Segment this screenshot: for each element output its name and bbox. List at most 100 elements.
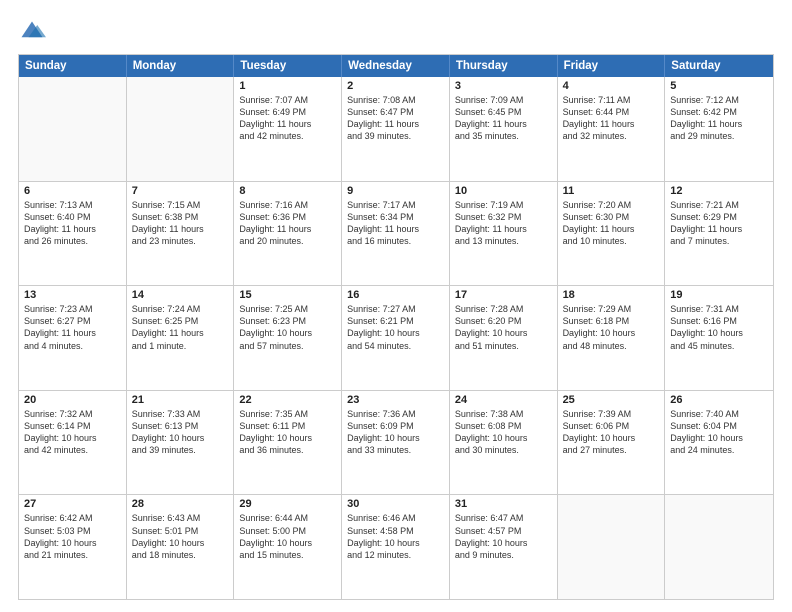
logo <box>18 18 50 46</box>
day-info: Sunrise: 7:09 AM Sunset: 6:45 PM Dayligh… <box>455 94 552 143</box>
empty-cell <box>558 495 666 599</box>
day-cell-30: 30Sunrise: 6:46 AM Sunset: 4:58 PM Dayli… <box>342 495 450 599</box>
day-cell-27: 27 Sunrise: 6:42 AM Sunset: 5:03 PM Dayli… <box>19 495 127 599</box>
day-cell-25: 25 Sunrise: 7:39 AM Sunset: 6:06 PM Dayli… <box>558 391 666 495</box>
day-number: 12 <box>670 185 768 197</box>
day-number: 4 <box>563 80 660 92</box>
day-cell-5: 5 Sunrise: 7:12 AM Sunset: 6:42 PM Daylig… <box>665 77 773 181</box>
day-info: Sunrise: 6:43 AM Sunset: 5:01 PM Dayligh… <box>132 512 229 561</box>
day-cell-14: 14Sunrise: 7:24 AM Sunset: 6:25 PM Dayli… <box>127 286 235 390</box>
day-number: 7 <box>132 185 229 197</box>
day-header-monday: Monday <box>127 55 235 77</box>
page-header <box>18 18 774 46</box>
day-number: 20 <box>24 394 121 406</box>
day-cell-6: 6Sunrise: 7:13 AM Sunset: 6:40 PM Daylig… <box>19 182 127 286</box>
day-cell-4: 4 Sunrise: 7:11 AM Sunset: 6:44 PM Daylig… <box>558 77 666 181</box>
day-cell-13: 13 Sunrise: 7:23 AM Sunset: 6:27 PM Dayli… <box>19 286 127 390</box>
day-number: 22 <box>239 394 336 406</box>
day-number: 9 <box>347 185 444 197</box>
day-cell-10: 10 Sunrise: 7:19 AM Sunset: 6:32 PM Dayli… <box>450 182 558 286</box>
day-cell-8: 8 Sunrise: 7:16 AM Sunset: 6:36 PM Daylig… <box>234 182 342 286</box>
day-cell-12: 12 Sunrise: 7:21 AM Sunset: 6:29 PM Dayli… <box>665 182 773 286</box>
calendar-row-5: 27 Sunrise: 6:42 AM Sunset: 5:03 PM Dayli… <box>19 494 773 599</box>
day-info: Sunrise: 6:46 AM Sunset: 4:58 PM Dayligh… <box>347 512 444 561</box>
day-info: Sunrise: 6:47 AM Sunset: 4:57 PM Dayligh… <box>455 512 552 561</box>
day-info: Sunrise: 7:27 AM Sunset: 6:21 PM Dayligh… <box>347 303 444 352</box>
day-info: Sunrise: 7:36 AM Sunset: 6:09 PM Dayligh… <box>347 408 444 457</box>
day-header-sunday: Sunday <box>19 55 127 77</box>
day-number: 27 <box>24 498 121 510</box>
day-cell-21: 21 Sunrise: 7:33 AM Sunset: 6:13 PM Dayli… <box>127 391 235 495</box>
day-number: 29 <box>239 498 336 510</box>
day-info: Sunrise: 7:38 AM Sunset: 6:08 PM Dayligh… <box>455 408 552 457</box>
day-cell-3: 3 Sunrise: 7:09 AM Sunset: 6:45 PM Daylig… <box>450 77 558 181</box>
day-info: Sunrise: 7:16 AM Sunset: 6:36 PM Dayligh… <box>239 199 336 248</box>
calendar-row-3: 13 Sunrise: 7:23 AM Sunset: 6:27 PM Dayli… <box>19 285 773 390</box>
day-cell-23: 23Sunrise: 7:36 AM Sunset: 6:09 PM Dayli… <box>342 391 450 495</box>
day-number: 2 <box>347 80 444 92</box>
day-number: 5 <box>670 80 768 92</box>
day-cell-2: 2 Sunrise: 7:08 AM Sunset: 6:47 PM Daylig… <box>342 77 450 181</box>
calendar-header: SundayMondayTuesdayWednesdayThursdayFrid… <box>19 55 773 77</box>
day-info: Sunrise: 7:35 AM Sunset: 6:11 PM Dayligh… <box>239 408 336 457</box>
day-number: 6 <box>24 185 121 197</box>
day-cell-31: 31 Sunrise: 6:47 AM Sunset: 4:57 PM Dayli… <box>450 495 558 599</box>
calendar: SundayMondayTuesdayWednesdayThursdayFrid… <box>18 54 774 600</box>
day-cell-19: 19 Sunrise: 7:31 AM Sunset: 6:16 PM Dayli… <box>665 286 773 390</box>
day-info: Sunrise: 7:19 AM Sunset: 6:32 PM Dayligh… <box>455 199 552 248</box>
day-info: Sunrise: 7:25 AM Sunset: 6:23 PM Dayligh… <box>239 303 336 352</box>
day-number: 13 <box>24 289 121 301</box>
day-cell-9: 9 Sunrise: 7:17 AM Sunset: 6:34 PM Daylig… <box>342 182 450 286</box>
day-number: 11 <box>563 185 660 197</box>
day-cell-17: 17 Sunrise: 7:28 AM Sunset: 6:20 PM Dayli… <box>450 286 558 390</box>
calendar-row-4: 20 Sunrise: 7:32 AM Sunset: 6:14 PM Dayli… <box>19 390 773 495</box>
empty-cell <box>665 495 773 599</box>
day-number: 17 <box>455 289 552 301</box>
day-header-friday: Friday <box>558 55 666 77</box>
day-header-thursday: Thursday <box>450 55 558 77</box>
day-info: Sunrise: 6:44 AM Sunset: 5:00 PM Dayligh… <box>239 512 336 561</box>
calendar-body: 1 Sunrise: 7:07 AM Sunset: 6:49 PM Daylig… <box>19 77 773 599</box>
day-cell-1: 1 Sunrise: 7:07 AM Sunset: 6:49 PM Daylig… <box>234 77 342 181</box>
day-cell-18: 18Sunrise: 7:29 AM Sunset: 6:18 PM Dayli… <box>558 286 666 390</box>
day-number: 28 <box>132 498 229 510</box>
day-number: 18 <box>563 289 660 301</box>
day-info: Sunrise: 7:07 AM Sunset: 6:49 PM Dayligh… <box>239 94 336 143</box>
day-info: Sunrise: 7:21 AM Sunset: 6:29 PM Dayligh… <box>670 199 768 248</box>
day-number: 31 <box>455 498 552 510</box>
calendar-row-1: 1 Sunrise: 7:07 AM Sunset: 6:49 PM Daylig… <box>19 77 773 181</box>
day-number: 19 <box>670 289 768 301</box>
day-info: Sunrise: 7:39 AM Sunset: 6:06 PM Dayligh… <box>563 408 660 457</box>
day-cell-7: 7 Sunrise: 7:15 AM Sunset: 6:38 PM Daylig… <box>127 182 235 286</box>
day-header-wednesday: Wednesday <box>342 55 450 77</box>
day-info: Sunrise: 7:15 AM Sunset: 6:38 PM Dayligh… <box>132 199 229 248</box>
day-info: Sunrise: 7:20 AM Sunset: 6:30 PM Dayligh… <box>563 199 660 248</box>
day-info: Sunrise: 7:23 AM Sunset: 6:27 PM Dayligh… <box>24 303 121 352</box>
day-info: Sunrise: 7:17 AM Sunset: 6:34 PM Dayligh… <box>347 199 444 248</box>
day-number: 3 <box>455 80 552 92</box>
day-number: 14 <box>132 289 229 301</box>
day-number: 26 <box>670 394 768 406</box>
day-info: Sunrise: 7:08 AM Sunset: 6:47 PM Dayligh… <box>347 94 444 143</box>
day-info: Sunrise: 7:28 AM Sunset: 6:20 PM Dayligh… <box>455 303 552 352</box>
day-number: 8 <box>239 185 336 197</box>
day-number: 25 <box>563 394 660 406</box>
day-info: Sunrise: 7:31 AM Sunset: 6:16 PM Dayligh… <box>670 303 768 352</box>
day-number: 10 <box>455 185 552 197</box>
day-info: Sunrise: 7:12 AM Sunset: 6:42 PM Dayligh… <box>670 94 768 143</box>
day-cell-26: 26Sunrise: 7:40 AM Sunset: 6:04 PM Dayli… <box>665 391 773 495</box>
day-cell-16: 16 Sunrise: 7:27 AM Sunset: 6:21 PM Dayli… <box>342 286 450 390</box>
logo-icon <box>18 18 46 46</box>
day-info: Sunrise: 6:42 AM Sunset: 5:03 PM Dayligh… <box>24 512 121 561</box>
day-info: Sunrise: 7:33 AM Sunset: 6:13 PM Dayligh… <box>132 408 229 457</box>
day-cell-15: 15 Sunrise: 7:25 AM Sunset: 6:23 PM Dayli… <box>234 286 342 390</box>
day-cell-24: 24Sunrise: 7:38 AM Sunset: 6:08 PM Dayli… <box>450 391 558 495</box>
day-cell-28: 28 Sunrise: 6:43 AM Sunset: 5:01 PM Dayli… <box>127 495 235 599</box>
day-number: 16 <box>347 289 444 301</box>
day-number: 1 <box>239 80 336 92</box>
day-number: 15 <box>239 289 336 301</box>
empty-cell <box>127 77 235 181</box>
day-number: 21 <box>132 394 229 406</box>
day-info: Sunrise: 7:32 AM Sunset: 6:14 PM Dayligh… <box>24 408 121 457</box>
day-info: Sunrise: 7:11 AM Sunset: 6:44 PM Dayligh… <box>563 94 660 143</box>
